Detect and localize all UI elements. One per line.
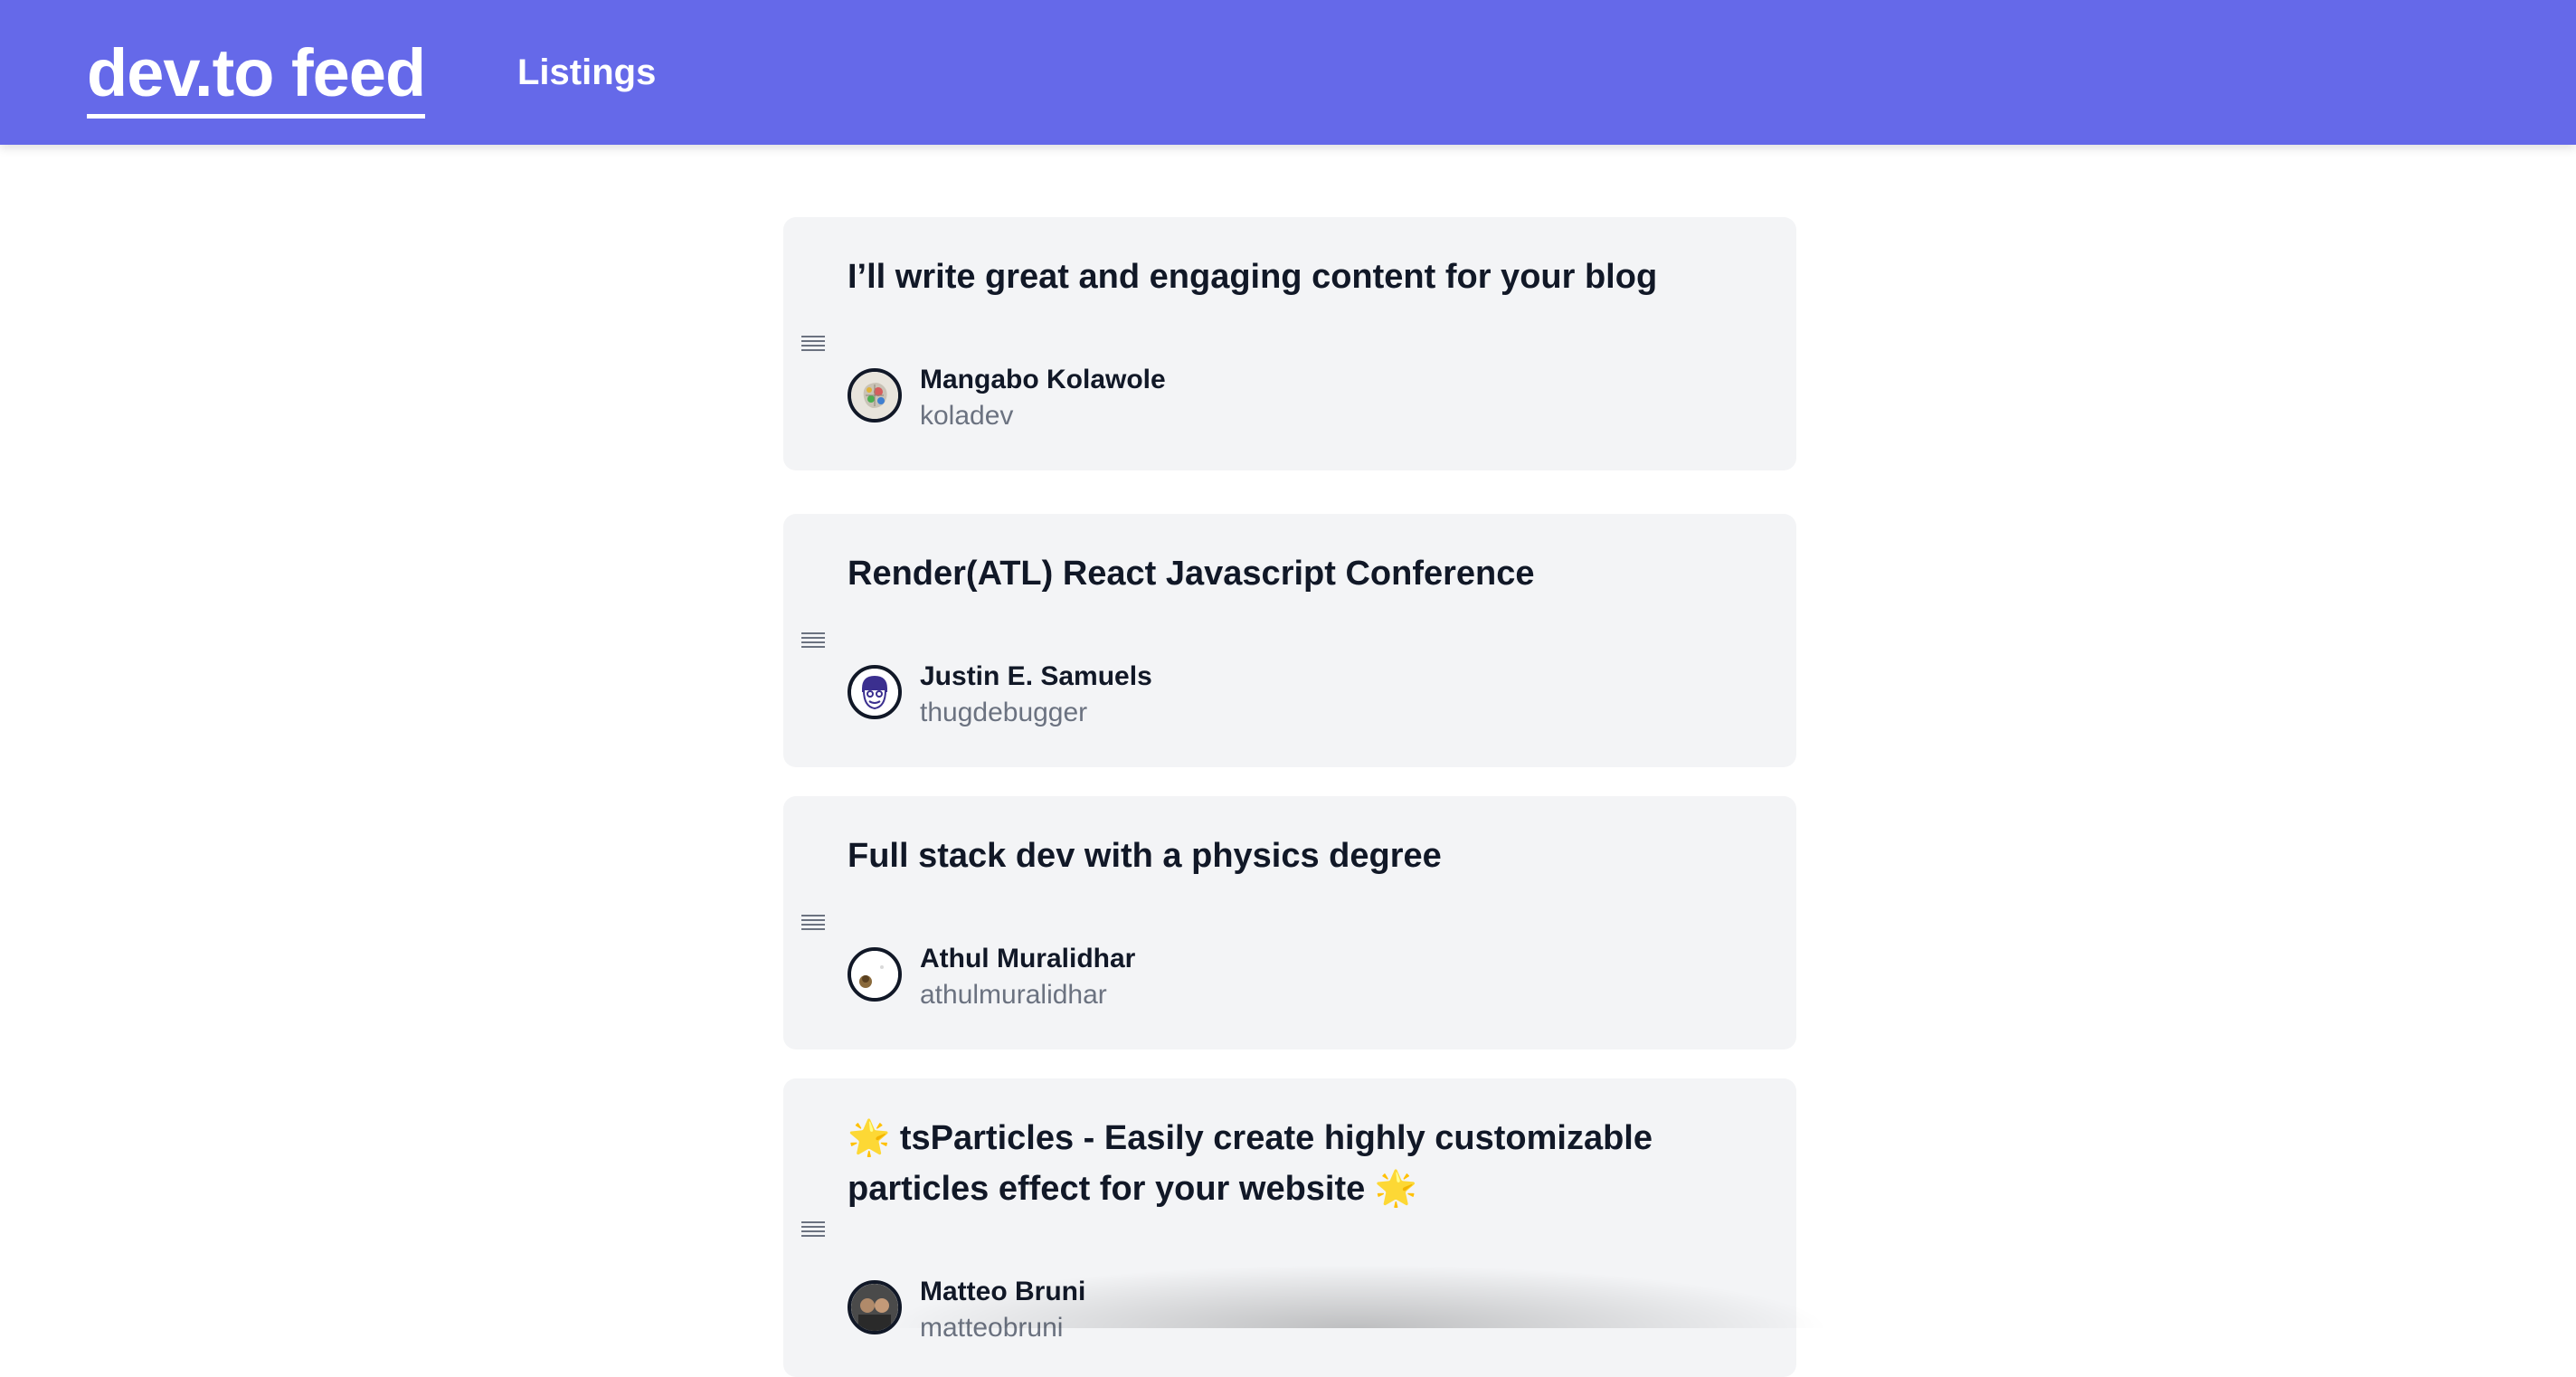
listing-card[interactable]: Render(ATL) React Javascript Conference … [783, 514, 1796, 767]
author-name[interactable]: Mangabo Kolawole [920, 362, 1166, 398]
author-name[interactable]: Justin E. Samuels [920, 659, 1152, 695]
author-handle[interactable]: koladev [920, 398, 1013, 434]
author-name[interactable]: Matteo Bruni [920, 1274, 1085, 1310]
nav-listings-link[interactable]: Listings [517, 47, 656, 98]
listing-title[interactable]: I’ll write great and engaging content fo… [848, 252, 1760, 302]
listing-card[interactable]: I’ll write great and engaging content fo… [783, 217, 1796, 470]
author-handle[interactable]: thugdebugger [920, 695, 1087, 731]
top-navbar: dev.to feed Listings [0, 0, 2576, 145]
author-avatar[interactable] [848, 1280, 902, 1334]
author-avatar[interactable] [848, 947, 902, 1002]
author-avatar[interactable] [848, 368, 902, 423]
author-handle[interactable]: athulmuralidhar [920, 977, 1107, 1013]
listing-title[interactable]: Full stack dev with a physics degree [848, 831, 1760, 881]
drag-handle-icon[interactable] [801, 914, 825, 932]
listing-card[interactable]: 🌟 tsParticles - Easily create highly cus… [783, 1078, 1796, 1377]
brand-home-link[interactable]: dev.to feed [87, 34, 426, 119]
drag-handle-icon[interactable] [801, 632, 825, 650]
author-avatar[interactable] [848, 665, 902, 719]
listing-title[interactable]: 🌟 tsParticles - Easily create highly cus… [848, 1113, 1760, 1214]
listing-title[interactable]: Render(ATL) React Javascript Conference [848, 548, 1760, 599]
drag-handle-icon[interactable] [801, 335, 825, 353]
drag-handle-icon[interactable] [801, 1220, 825, 1239]
author-handle[interactable]: matteobruni [920, 1310, 1063, 1346]
listing-card[interactable]: Full stack dev with a physics degree Ath… [783, 796, 1796, 1049]
author-name[interactable]: Athul Muralidhar [920, 941, 1135, 977]
